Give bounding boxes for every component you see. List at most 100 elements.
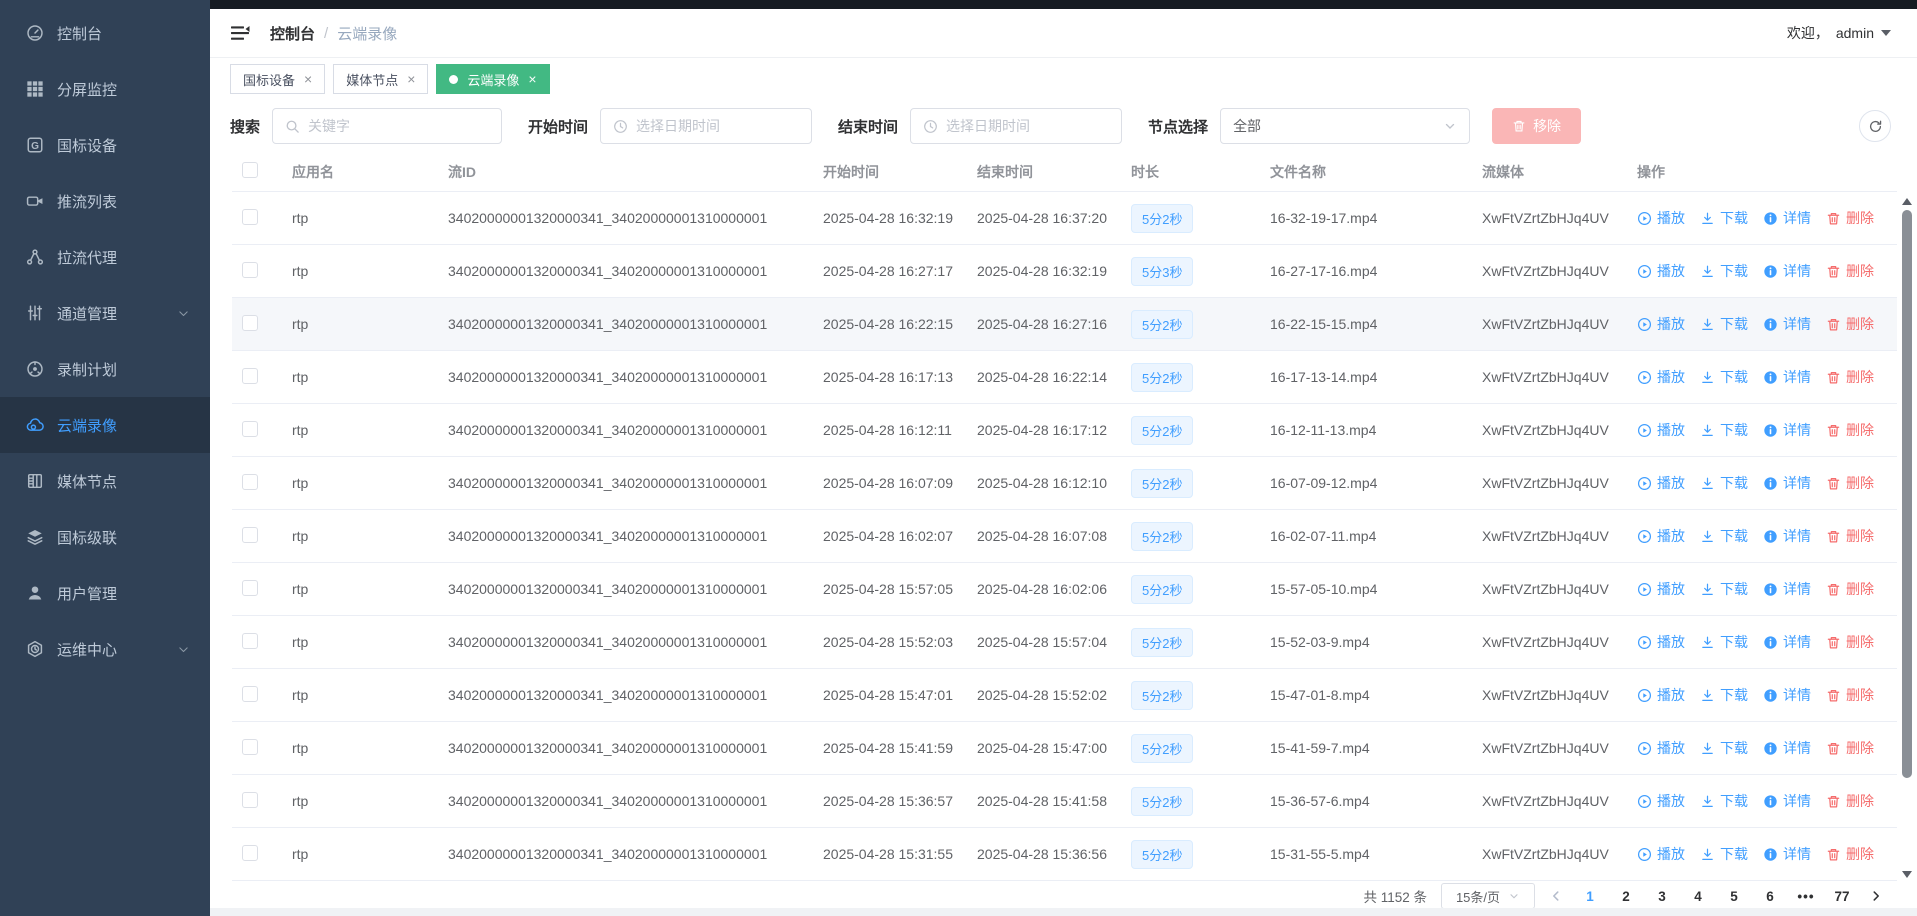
row-checkbox[interactable]: [242, 421, 258, 437]
play-button[interactable]: 播放: [1637, 367, 1685, 387]
close-tab-icon[interactable]: ×: [407, 72, 415, 86]
sidebar-item-record-plan[interactable]: 录制计划: [0, 341, 210, 397]
delete-button[interactable]: 删除: [1826, 526, 1874, 546]
play-button[interactable]: 播放: [1637, 685, 1685, 705]
page-button-77[interactable]: 77: [1829, 889, 1855, 904]
select-all-checkbox[interactable]: [242, 162, 258, 178]
sidebar-item-split-monitor[interactable]: 分屏监控: [0, 61, 210, 117]
delete-button[interactable]: 删除: [1826, 367, 1874, 387]
sidebar-item-console[interactable]: 控制台: [0, 5, 210, 61]
close-tab-icon[interactable]: ×: [304, 72, 312, 86]
download-button[interactable]: 下载: [1700, 844, 1748, 864]
download-button[interactable]: 下载: [1700, 685, 1748, 705]
sidebar-item-channel-mgmt[interactable]: 通道管理: [0, 285, 210, 341]
page-button-4[interactable]: 4: [1685, 889, 1711, 904]
scrollbar-thumb[interactable]: [1902, 210, 1912, 778]
detail-button[interactable]: 详情: [1763, 473, 1811, 493]
delete-button[interactable]: 删除: [1826, 579, 1874, 599]
detail-button[interactable]: 详情: [1763, 526, 1811, 546]
row-checkbox[interactable]: [242, 209, 258, 225]
delete-button[interactable]: 删除: [1826, 791, 1874, 811]
prev-page-button[interactable]: [1543, 889, 1569, 903]
play-button[interactable]: 播放: [1637, 208, 1685, 228]
delete-button[interactable]: 删除: [1826, 844, 1874, 864]
page-size-select[interactable]: 15条/页: [1441, 883, 1535, 909]
play-button[interactable]: 播放: [1637, 844, 1685, 864]
download-button[interactable]: 下载: [1700, 420, 1748, 440]
remove-button[interactable]: 移除: [1492, 108, 1581, 144]
delete-button[interactable]: 删除: [1826, 420, 1874, 440]
detail-button[interactable]: 详情: [1763, 367, 1811, 387]
play-button[interactable]: 播放: [1637, 526, 1685, 546]
play-button[interactable]: 播放: [1637, 791, 1685, 811]
row-checkbox[interactable]: [242, 527, 258, 543]
page-button-2[interactable]: 2: [1613, 889, 1639, 904]
detail-button[interactable]: 详情: [1763, 579, 1811, 599]
collapse-sidebar-icon[interactable]: [230, 23, 250, 43]
detail-button[interactable]: 详情: [1763, 738, 1811, 758]
play-button[interactable]: 播放: [1637, 314, 1685, 334]
play-button[interactable]: 播放: [1637, 632, 1685, 652]
sidebar-item-ops-center[interactable]: 运维中心: [0, 621, 210, 677]
detail-button[interactable]: 详情: [1763, 208, 1811, 228]
row-checkbox[interactable]: [242, 633, 258, 649]
download-button[interactable]: 下载: [1700, 473, 1748, 493]
detail-button[interactable]: 详情: [1763, 632, 1811, 652]
sidebar-item-media-node[interactable]: 媒体节点: [0, 453, 210, 509]
row-checkbox[interactable]: [242, 686, 258, 702]
detail-button[interactable]: 详情: [1763, 314, 1811, 334]
scroll-down-arrow-icon[interactable]: [1902, 871, 1912, 878]
breadcrumb-root[interactable]: 控制台: [270, 23, 315, 44]
delete-button[interactable]: 删除: [1826, 738, 1874, 758]
download-button[interactable]: 下载: [1700, 314, 1748, 334]
page-button-6[interactable]: 6: [1757, 889, 1783, 904]
search-input[interactable]: [308, 118, 489, 134]
row-checkbox[interactable]: [242, 792, 258, 808]
play-button[interactable]: 播放: [1637, 473, 1685, 493]
download-button[interactable]: 下载: [1700, 632, 1748, 652]
detail-button[interactable]: 详情: [1763, 420, 1811, 440]
detail-button[interactable]: 详情: [1763, 791, 1811, 811]
row-checkbox[interactable]: [242, 739, 258, 755]
scroll-up-arrow-icon[interactable]: [1902, 198, 1912, 205]
download-button[interactable]: 下载: [1700, 367, 1748, 387]
detail-button[interactable]: 详情: [1763, 685, 1811, 705]
tab-media-node[interactable]: 媒体节点 ×: [333, 64, 428, 94]
page-button-3[interactable]: 3: [1649, 889, 1675, 904]
tab-gb-device[interactable]: 国标设备 ×: [230, 64, 325, 94]
play-button[interactable]: 播放: [1637, 738, 1685, 758]
download-button[interactable]: 下载: [1700, 791, 1748, 811]
node-select[interactable]: 全部: [1220, 108, 1470, 144]
user-menu[interactable]: 欢迎，admin: [1787, 23, 1891, 43]
page-button-1[interactable]: 1: [1577, 889, 1603, 904]
refresh-button[interactable]: [1859, 110, 1891, 142]
delete-button[interactable]: 删除: [1826, 208, 1874, 228]
download-button[interactable]: 下载: [1700, 526, 1748, 546]
row-checkbox[interactable]: [242, 262, 258, 278]
row-checkbox[interactable]: [242, 315, 258, 331]
download-button[interactable]: 下载: [1700, 579, 1748, 599]
sidebar-item-pull-stream-proxy[interactable]: 拉流代理: [0, 229, 210, 285]
delete-button[interactable]: 删除: [1826, 473, 1874, 493]
close-tab-icon[interactable]: ×: [528, 72, 536, 86]
end-time-input[interactable]: [946, 118, 1109, 134]
sidebar-item-push-stream-list[interactable]: 推流列表: [0, 173, 210, 229]
sidebar-item-cloud-record[interactable]: 云端录像: [0, 397, 210, 453]
start-time-input[interactable]: [636, 118, 799, 134]
row-checkbox[interactable]: [242, 580, 258, 596]
download-button[interactable]: 下载: [1700, 261, 1748, 281]
play-button[interactable]: 播放: [1637, 261, 1685, 281]
play-button[interactable]: 播放: [1637, 420, 1685, 440]
more-pages-button[interactable]: •••: [1793, 889, 1819, 904]
delete-button[interactable]: 删除: [1826, 632, 1874, 652]
delete-button[interactable]: 删除: [1826, 261, 1874, 281]
tab-cloud-record[interactable]: 云端录像 ×: [436, 64, 549, 94]
play-button[interactable]: 播放: [1637, 579, 1685, 599]
row-checkbox[interactable]: [242, 474, 258, 490]
detail-button[interactable]: 详情: [1763, 844, 1811, 864]
sidebar-item-user-mgmt[interactable]: 用户管理: [0, 565, 210, 621]
detail-button[interactable]: 详情: [1763, 261, 1811, 281]
sidebar-item-gb-cascade[interactable]: 国标级联: [0, 509, 210, 565]
row-checkbox[interactable]: [242, 368, 258, 384]
next-page-button[interactable]: [1863, 889, 1889, 903]
